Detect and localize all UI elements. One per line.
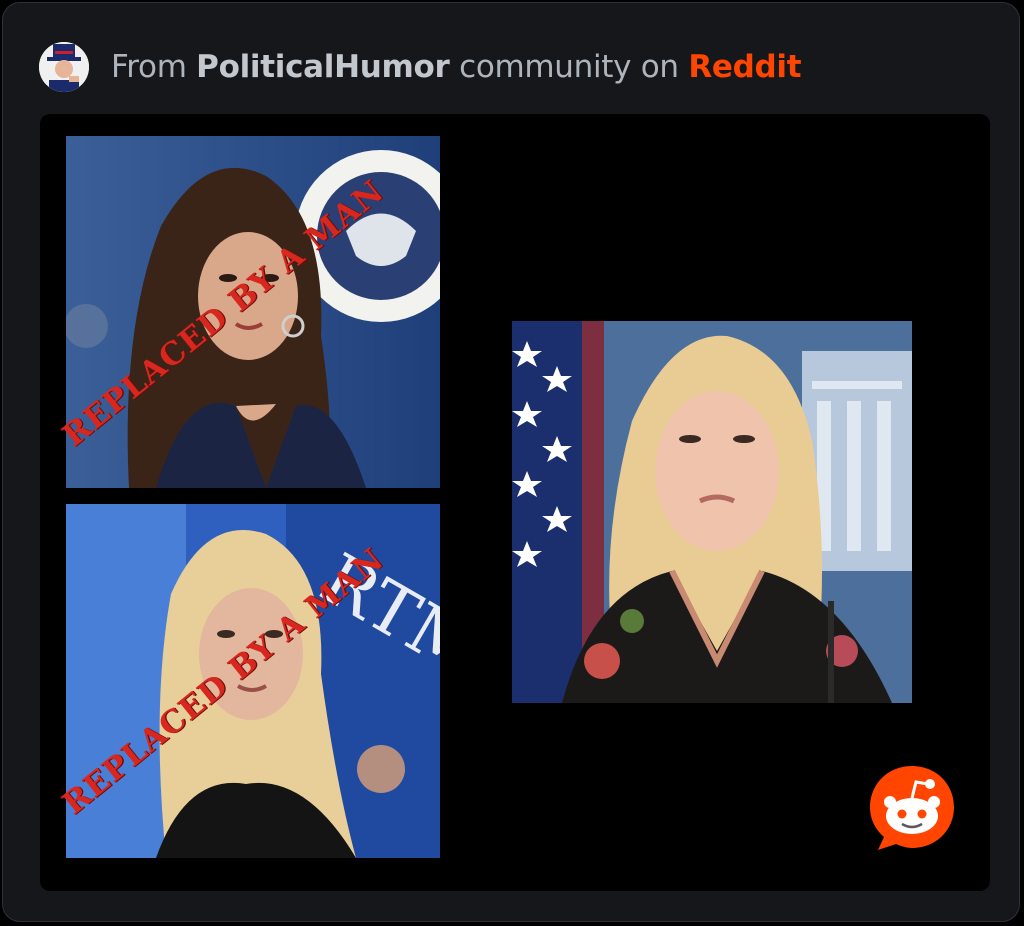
reddit-logo-icon[interactable] (866, 762, 958, 854)
header-middle: community on (459, 49, 679, 85)
photo-bottom-left: RTME (66, 504, 440, 858)
post-image[interactable]: RTME REPLACED BY A MAN REPLACED BY A MAN (40, 114, 990, 891)
reddit-embed-card[interactable]: From PoliticalHumor community on Reddit (2, 2, 1020, 922)
embed-header: From PoliticalHumor community on Reddit (39, 41, 802, 93)
photo-right (512, 321, 912, 703)
community-avatar-icon[interactable] (39, 42, 89, 92)
header-prefix: From (111, 49, 187, 85)
community-link[interactable]: PoliticalHumor (196, 49, 450, 85)
header-text: From PoliticalHumor community on Reddit (111, 49, 802, 85)
reddit-link[interactable]: Reddit (688, 49, 801, 85)
